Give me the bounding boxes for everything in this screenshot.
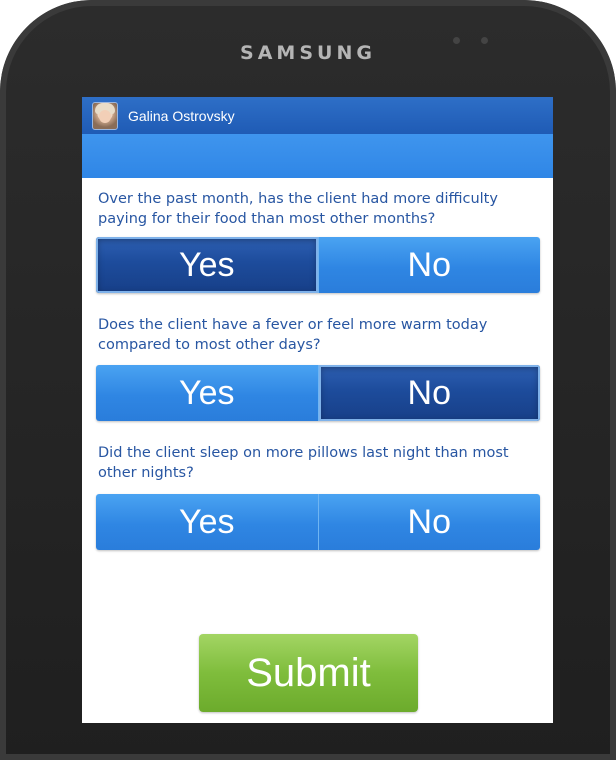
- question-2-text: Does the client have a fever or feel mor…: [98, 317, 488, 353]
- question-2-answer-group: Yes No: [96, 365, 540, 421]
- device-brand-logo: SAMSUNG: [240, 42, 376, 64]
- app-screen: Galina Ostrovsky Over the past month, ha…: [82, 97, 553, 723]
- user-name: Galina Ostrovsky: [128, 107, 235, 124]
- question-1-answer-group: Yes No: [96, 237, 540, 293]
- question-3-no-button[interactable]: No: [317, 494, 540, 550]
- question-1-text: Over the past month, has the client had …: [98, 191, 498, 227]
- question-3-answer-group: Yes No: [96, 494, 540, 550]
- front-camera-icon: [481, 37, 488, 44]
- front-sensor-icon: [453, 37, 460, 44]
- question-3-text: Did the client sleep on more pillows las…: [98, 445, 509, 481]
- toolbar-bar: [82, 134, 553, 178]
- app-header: Galina Ostrovsky: [82, 97, 553, 134]
- question-2-no-button[interactable]: No: [317, 365, 540, 421]
- question-1-yes-button[interactable]: Yes: [96, 237, 318, 293]
- question-1-no-button[interactable]: No: [317, 237, 540, 293]
- user-avatar-icon: [92, 101, 118, 130]
- question-3-yes-button[interactable]: Yes: [96, 494, 318, 550]
- submit-button[interactable]: Submit: [199, 634, 418, 712]
- tablet-device: SAMSUNG Galina Ostrovsky Over the past m…: [0, 0, 616, 760]
- question-2-yes-button[interactable]: Yes: [96, 365, 318, 421]
